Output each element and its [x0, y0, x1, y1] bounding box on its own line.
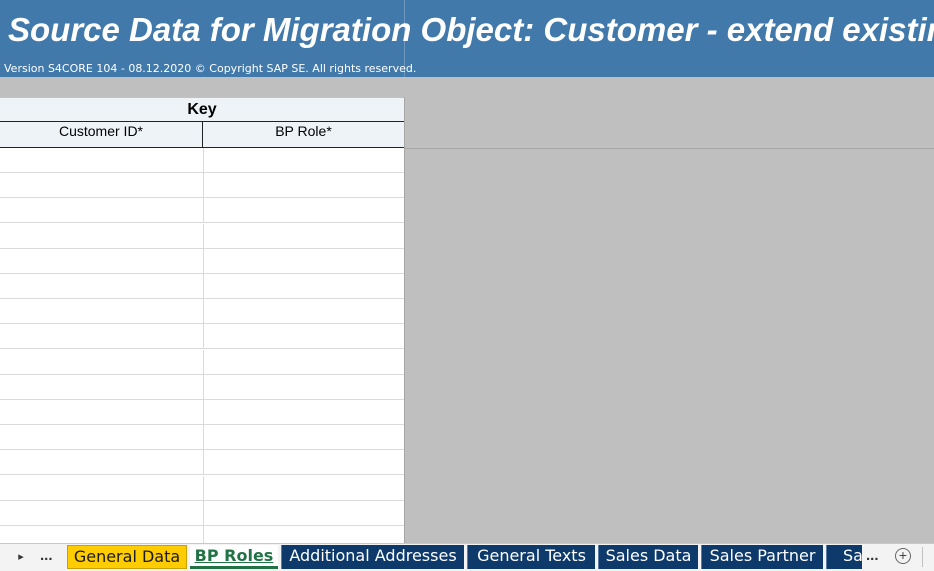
table-row[interactable]	[0, 400, 404, 425]
table-row[interactable]	[0, 274, 404, 299]
tab-general-data[interactable]: General Data	[67, 545, 187, 569]
tab-sales-partner[interactable]: Sales Partner	[701, 545, 823, 569]
table-row[interactable]	[0, 374, 404, 400]
cell-divider	[203, 425, 204, 450]
table-row[interactable]	[0, 223, 404, 249]
column-header-customer-id[interactable]: Customer ID*	[0, 122, 203, 148]
spacer-row	[0, 77, 405, 97]
table-row[interactable]	[0, 450, 404, 476]
page-title: Source Data for Migration Object: Custom…	[8, 11, 934, 48]
cell-divider	[203, 299, 204, 324]
tab-sales-data[interactable]: Sales Data	[598, 545, 698, 569]
tab-general-texts[interactable]: General Texts	[467, 545, 595, 569]
scroll-tabs-right-icon[interactable]: ▸	[14, 549, 28, 565]
tab-bar-separator	[922, 547, 923, 567]
cell-divider	[203, 400, 204, 424]
table-row[interactable]	[0, 324, 404, 350]
table-row[interactable]	[0, 198, 404, 224]
cell-divider	[203, 475, 204, 500]
tabs-overflow-right[interactable]: ...	[866, 547, 879, 565]
cell-divider	[203, 374, 204, 399]
key-group-header: Key	[0, 97, 404, 122]
cell-divider	[203, 223, 204, 248]
cell-divider	[203, 324, 204, 349]
empty-sheet-area	[405, 77, 934, 543]
tab-additional-addresses[interactable]: Additional Addresses	[281, 545, 464, 569]
cell-divider	[203, 349, 204, 374]
table-row[interactable]	[0, 475, 404, 501]
tab-bp-roles[interactable]: BP Roles	[190, 545, 278, 569]
table-row[interactable]	[0, 148, 404, 173]
add-sheet-icon[interactable]: +	[895, 548, 911, 564]
sheet-tab-bar: ▸ ... General Data BP Roles Additional A…	[0, 543, 934, 571]
table-row[interactable]	[0, 425, 404, 451]
cell-divider	[203, 198, 204, 223]
cell-divider	[203, 450, 204, 475]
tab-sa-truncated[interactable]: Sa	[826, 545, 862, 569]
table-row[interactable]	[0, 349, 404, 375]
tabs-overflow-left[interactable]: ...	[40, 547, 53, 565]
table-row[interactable]	[0, 173, 404, 199]
table-row[interactable]	[0, 248, 404, 274]
title-banner: Source Data for Migration Object: Custom…	[0, 0, 934, 77]
version-copyright-text: Version S4CORE 104 - 08.12.2020 © Copyri…	[4, 62, 417, 75]
empty-area-line	[405, 148, 934, 149]
cell-divider	[203, 173, 204, 198]
cell-divider	[203, 500, 204, 525]
column-header-bp-role[interactable]: BP Role*	[203, 122, 404, 148]
cell-divider	[203, 248, 204, 273]
data-table: Key Customer ID* BP Role*	[0, 97, 405, 551]
table-row[interactable]	[0, 500, 404, 526]
table-row[interactable]	[0, 299, 404, 325]
cell-divider	[203, 148, 204, 172]
cell-divider	[203, 274, 204, 298]
